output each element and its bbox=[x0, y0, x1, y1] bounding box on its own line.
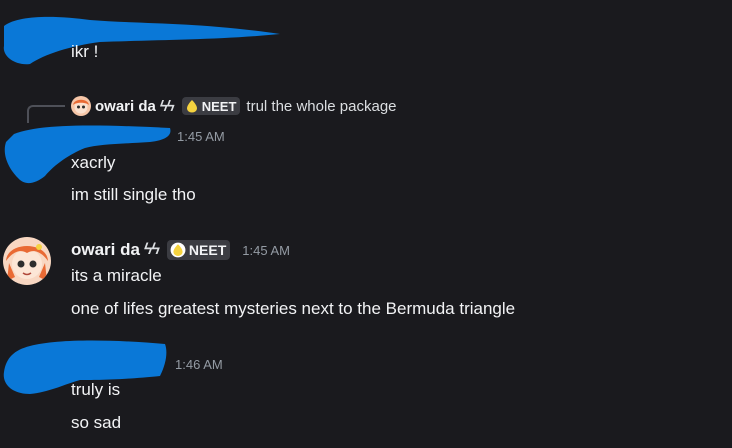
redaction-scribble-top bbox=[3, 16, 281, 65]
neet-tag-label: NEET bbox=[201, 98, 237, 114]
message-text: im still single tho bbox=[71, 185, 196, 204]
reply-text[interactable]: trul the whole package bbox=[246, 98, 396, 115]
owari-avatar[interactable] bbox=[71, 96, 91, 116]
reply-author[interactable]: owari da bbox=[95, 98, 156, 115]
message-text: xacrly bbox=[71, 153, 116, 172]
author-glyph: ϟϟ bbox=[143, 241, 160, 258]
timestamp[interactable]: 1:45 AM bbox=[177, 129, 225, 144]
neet-tag[interactable]: NEET bbox=[166, 240, 231, 260]
timestamp[interactable]: 1:46 AM bbox=[175, 357, 223, 372]
author-name[interactable]: owari da bbox=[71, 240, 140, 260]
message-text: so sad bbox=[71, 413, 122, 432]
neet-tag-icon bbox=[186, 100, 197, 113]
message-text: ikr ! bbox=[71, 42, 99, 61]
message-text: one of lifes greatest mysteries next to … bbox=[71, 299, 516, 318]
neet-tag-label: NEET bbox=[188, 242, 227, 258]
neet-tag-icon bbox=[170, 242, 186, 258]
owari-avatar[interactable] bbox=[3, 237, 51, 285]
message-text: truly is bbox=[71, 380, 121, 399]
timestamp[interactable]: 1:45 AM bbox=[242, 243, 290, 258]
reply-author-glyph: ϟϟ bbox=[159, 97, 175, 115]
neet-tag[interactable]: NEET bbox=[181, 97, 241, 115]
reply-preview[interactable]: owari da ϟϟ NEET trul the whole package bbox=[71, 96, 397, 116]
message-text: its a miracle bbox=[71, 266, 162, 285]
message-header: owari da ϟϟ NEET 1:45 AM bbox=[71, 239, 290, 261]
